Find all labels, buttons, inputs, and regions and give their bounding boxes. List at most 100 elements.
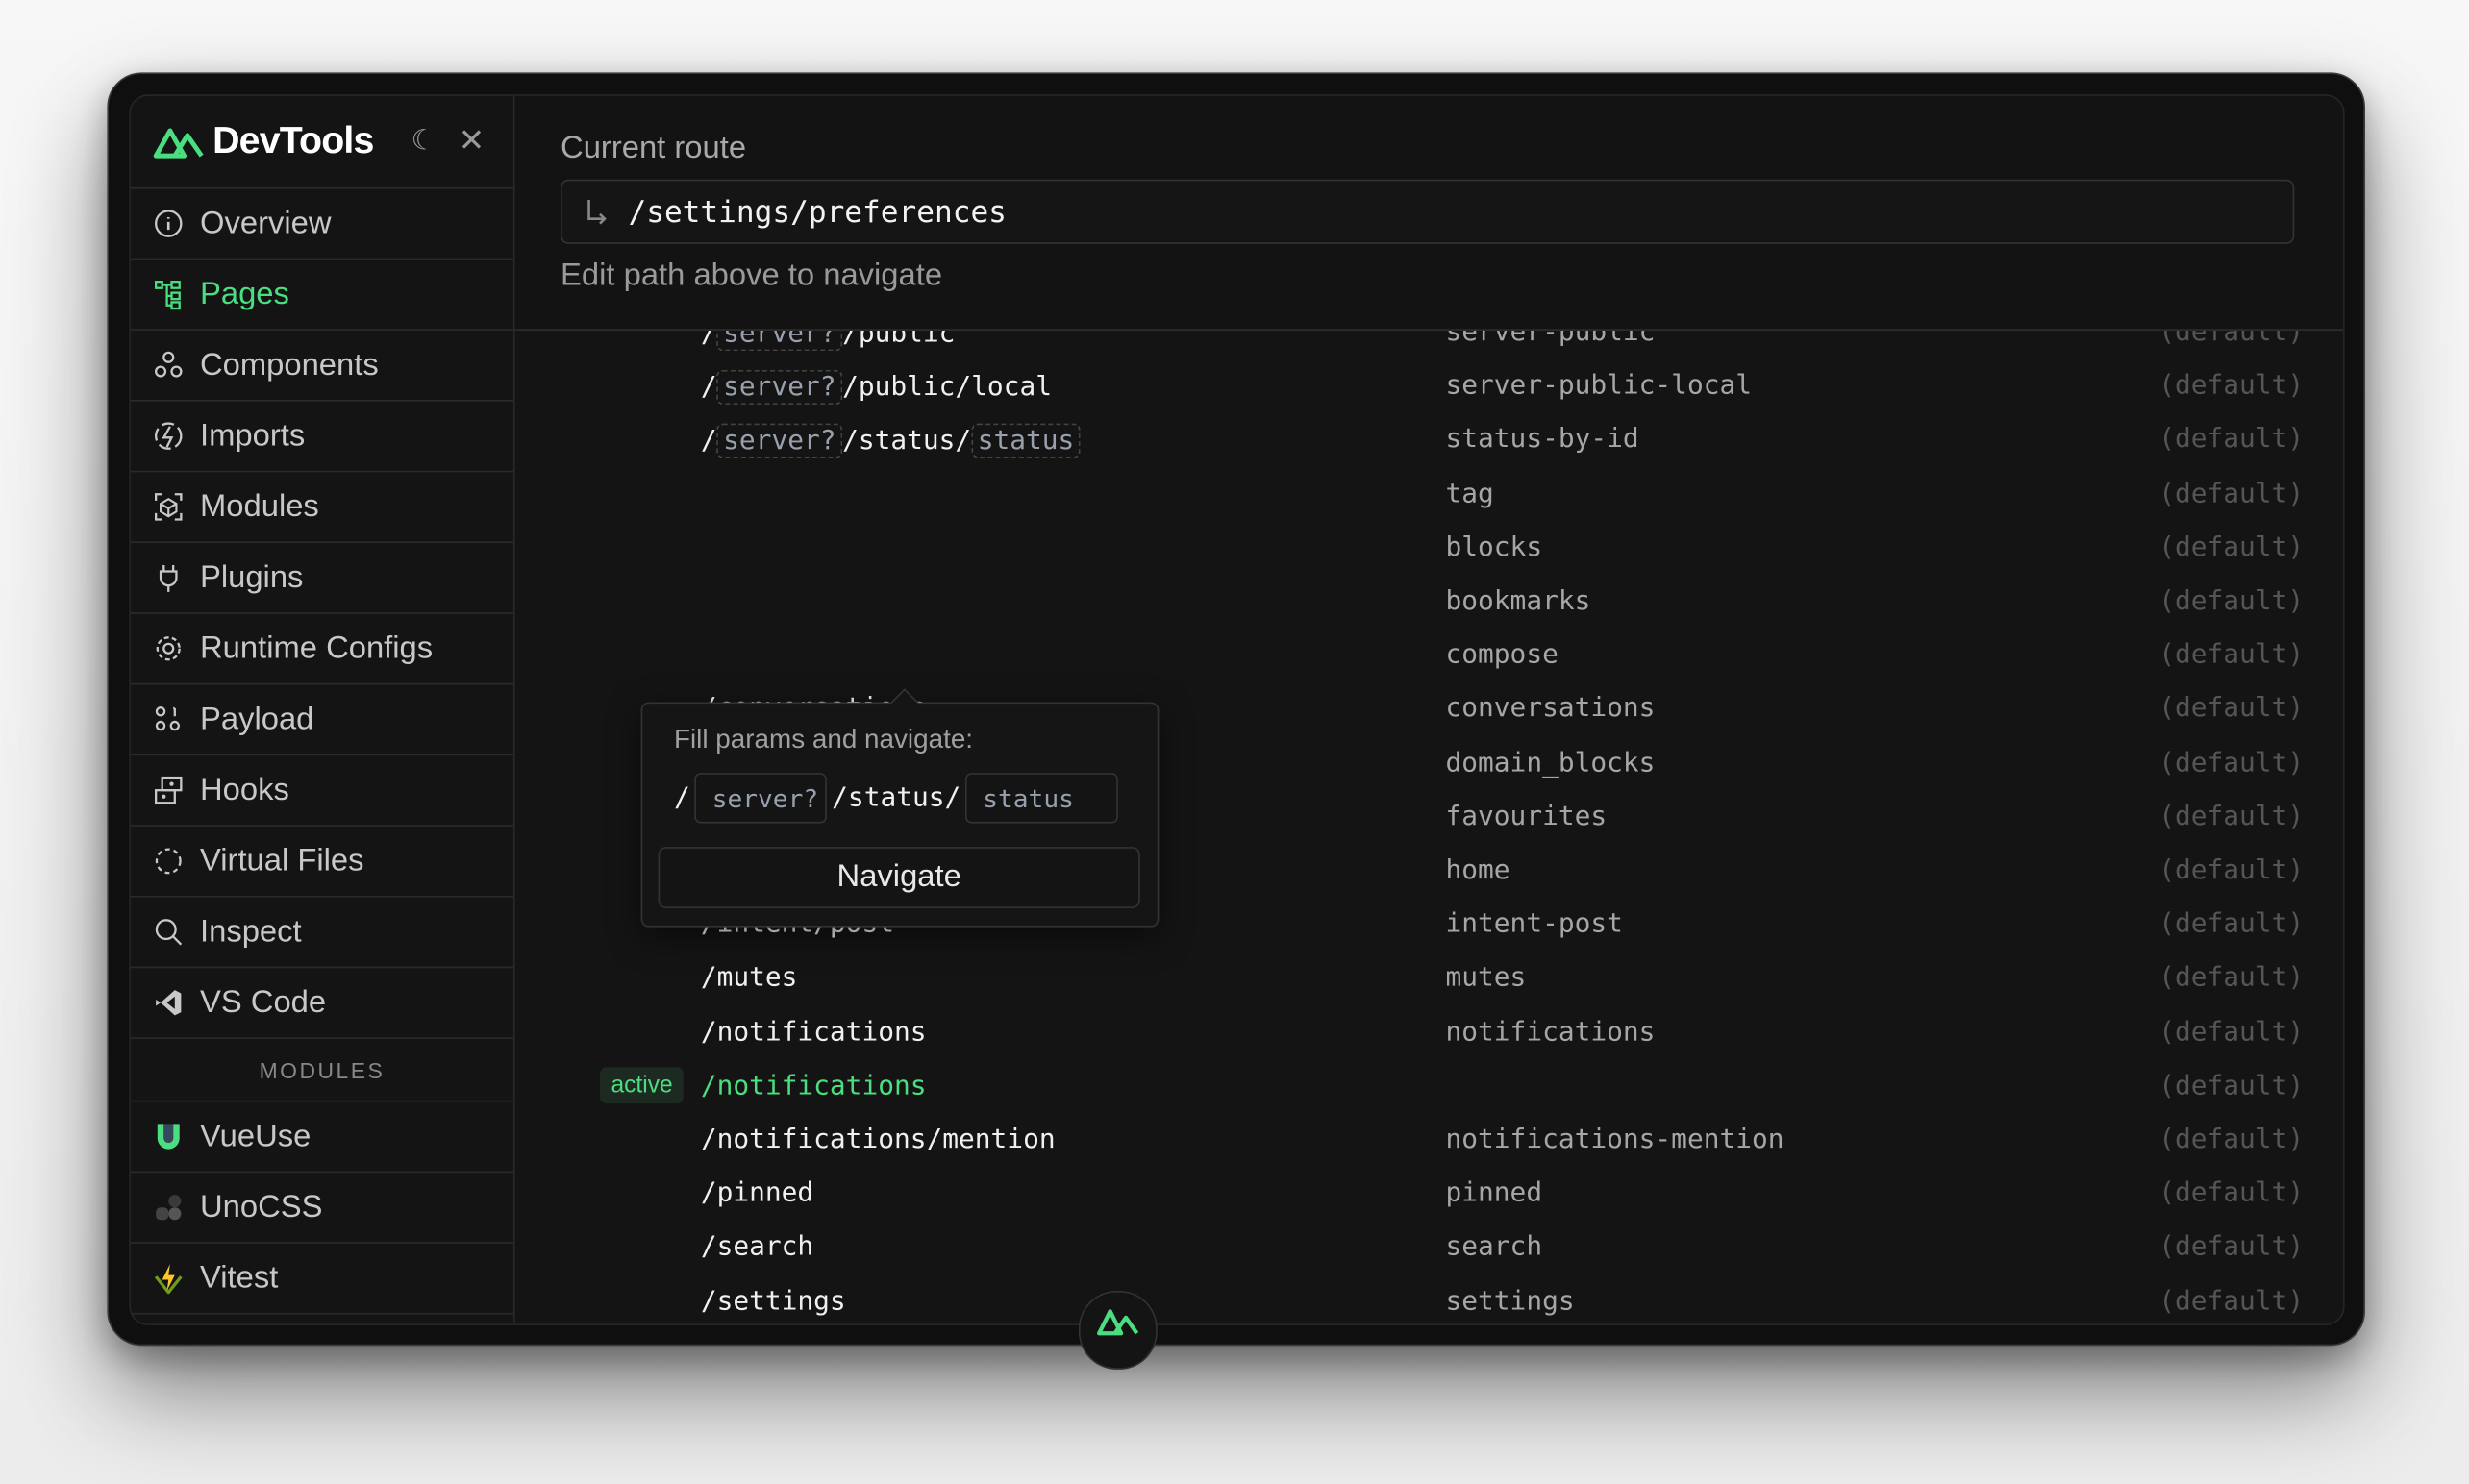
route-row[interactable]: / server?/status/status status-by-id (defau… <box>515 413 2343 467</box>
sidebar-item-inspect[interactable]: Inspect <box>130 898 513 969</box>
dashed-circle-icon <box>155 848 182 875</box>
sidebar-module-vitest[interactable]: Vitest <box>130 1244 513 1315</box>
route-name: server-public-local <box>1445 370 1753 402</box>
sidebar-item-modules[interactable]: Modules <box>130 472 513 544</box>
route-param: server? <box>716 329 843 352</box>
route-name: home <box>1445 854 1510 887</box>
route-layout: (default) <box>2158 370 2305 402</box>
route-path[interactable]: / server?/status/status <box>700 424 1081 459</box>
route-layout: (default) <box>2158 424 2305 456</box>
route-row[interactable]: blocks (default) <box>515 521 2343 575</box>
route-path[interactable]: / server?/public <box>701 329 956 352</box>
components-icon <box>154 351 183 378</box>
route-row[interactable]: /search search (default) <box>515 1221 2343 1274</box>
route-layout: (default) <box>2158 854 2305 887</box>
route-name: compose <box>1445 639 1559 672</box>
route-layout: (default) <box>2158 1016 2305 1049</box>
theme-toggle-moon-icon[interactable]: ☾ <box>411 124 436 157</box>
active-badge: active <box>600 1067 685 1103</box>
route-name: mutes <box>1445 962 1527 995</box>
route-row[interactable]: /mutes mutes (default) <box>515 952 2343 1005</box>
route-row[interactable]: /pinned pinned (default) <box>515 1167 2343 1221</box>
vitest-icon <box>154 1264 183 1295</box>
sidebar-item-label: Overview <box>200 205 332 240</box>
sidebar-item-imports[interactable]: Imports <box>130 402 513 473</box>
route-hint: Edit path above to navigate <box>561 258 943 293</box>
route-layout: (default) <box>2158 962 2305 995</box>
sidebar-item-label: Plugins <box>200 559 304 595</box>
sidebar-item-components[interactable]: Components <box>130 331 513 402</box>
route-segment: /pinned <box>700 1177 814 1210</box>
route-segment: / <box>700 425 717 458</box>
current-route-card: Current route Edit path above to navigat… <box>514 95 2344 331</box>
route-row[interactable]: /notifications/mention notifications-ment… <box>515 1113 2343 1167</box>
sidebar-item-payload[interactable]: Payload <box>130 684 513 756</box>
route-layout: (default) <box>2158 478 2305 509</box>
route-path[interactable]: /notifications/mention <box>701 1124 1056 1155</box>
search-icon <box>155 919 183 946</box>
route-layout: (default) <box>2158 693 2305 726</box>
server-param-input[interactable] <box>694 773 828 824</box>
sidebar-item-runtime-configs[interactable]: Runtime Configs <box>130 614 513 685</box>
navigate-button[interactable]: Navigate <box>658 847 1140 909</box>
route-name: bookmarks <box>1445 585 1591 618</box>
route-name: notifications-mention <box>1445 1124 1784 1156</box>
route-name: search <box>1445 1231 1543 1264</box>
close-icon[interactable]: ✕ <box>459 121 485 161</box>
modules-section-label: MODULES <box>130 1039 513 1102</box>
sidebar-item-label: Imports <box>200 417 306 453</box>
route-input-box[interactable] <box>561 179 2295 244</box>
status-param-input[interactable] <box>965 773 1119 824</box>
sidebar-item-hooks[interactable]: Hooks <box>130 755 513 827</box>
route-path[interactable]: /notifications <box>701 1016 927 1048</box>
route-segment: /status/ <box>842 425 972 458</box>
sidebar: DevTools ☾ ✕ Overview Pages Components Impo… <box>130 95 515 1324</box>
route-path-input[interactable] <box>625 192 2207 231</box>
route-row[interactable]: bookmarks (default) <box>515 575 2343 629</box>
route-segment: /notifications/mention <box>700 1124 1056 1156</box>
sidebar-item-label: Hooks <box>200 772 289 807</box>
fill-params-popup: Fill params and navigate: / /status/ Nav… <box>640 702 1160 928</box>
route-row[interactable]: /settings settings (default) <box>515 1274 2343 1323</box>
sidebar-item-label: UnoCSS <box>200 1189 323 1224</box>
route-path[interactable]: /search <box>701 1231 813 1263</box>
route-segment: /public <box>842 329 956 350</box>
route-row[interactable]: compose (default) <box>515 629 2343 682</box>
params-form: / /status/ <box>674 773 1123 824</box>
sidebar-header: DevTools ☾ ✕ <box>130 96 513 189</box>
sidebar-item-plugins[interactable]: Plugins <box>130 543 513 614</box>
route-layout: (default) <box>2158 585 2305 618</box>
route-layout: (default) <box>2158 908 2305 941</box>
sidebar-item-label: Payload <box>200 701 314 736</box>
route-param: server? <box>716 370 843 406</box>
devtools-toggle-button[interactable] <box>1078 1290 1158 1370</box>
sidebar-item-vs-code[interactable]: VS Code <box>130 968 513 1039</box>
route-path[interactable]: /pinned <box>701 1177 813 1209</box>
sidebar-item-pages[interactable]: Pages <box>130 260 513 331</box>
route-row[interactable]: tag (default) <box>515 467 2343 521</box>
sidebar-item-virtual-files[interactable]: Virtual Files <box>130 827 513 898</box>
route-path[interactable]: / server?/public/local <box>700 370 1052 406</box>
route-path[interactable]: /settings <box>701 1285 846 1317</box>
sidebar-module-unocss[interactable]: UnoCSS <box>130 1173 513 1244</box>
sidebar-item-label: VueUse <box>200 1118 312 1153</box>
sidebar-item-overview[interactable]: Overview <box>130 189 513 260</box>
route-name: blocks <box>1445 532 1543 563</box>
route-name: status-by-id <box>1445 424 1639 456</box>
route-path[interactable]: /notifications <box>701 1070 927 1101</box>
route-segment: / <box>700 371 717 404</box>
sidebar-module-vueuse[interactable]: VueUse <box>130 1101 513 1174</box>
route-name: notifications <box>1445 1016 1656 1049</box>
payload-icon <box>155 706 181 731</box>
route-row[interactable]: / server?/public server-public (default) <box>515 329 2343 359</box>
route-layout: (default) <box>2158 329 2305 348</box>
route-layout: (default) <box>2158 639 2305 672</box>
sidebar-item-label: Runtime Configs <box>200 630 434 665</box>
arrow-down-right-icon <box>587 199 607 224</box>
route-row[interactable]: /notifications notifications (default) <box>515 1005 2343 1059</box>
route-row[interactable]: active/notifications (default) <box>515 1059 2343 1113</box>
route-row[interactable]: / server?/public/local server-public-local… <box>515 359 2343 413</box>
route-name: conversations <box>1445 693 1656 726</box>
route-path[interactable]: /mutes <box>701 962 798 994</box>
route-name: tag <box>1445 478 1494 509</box>
